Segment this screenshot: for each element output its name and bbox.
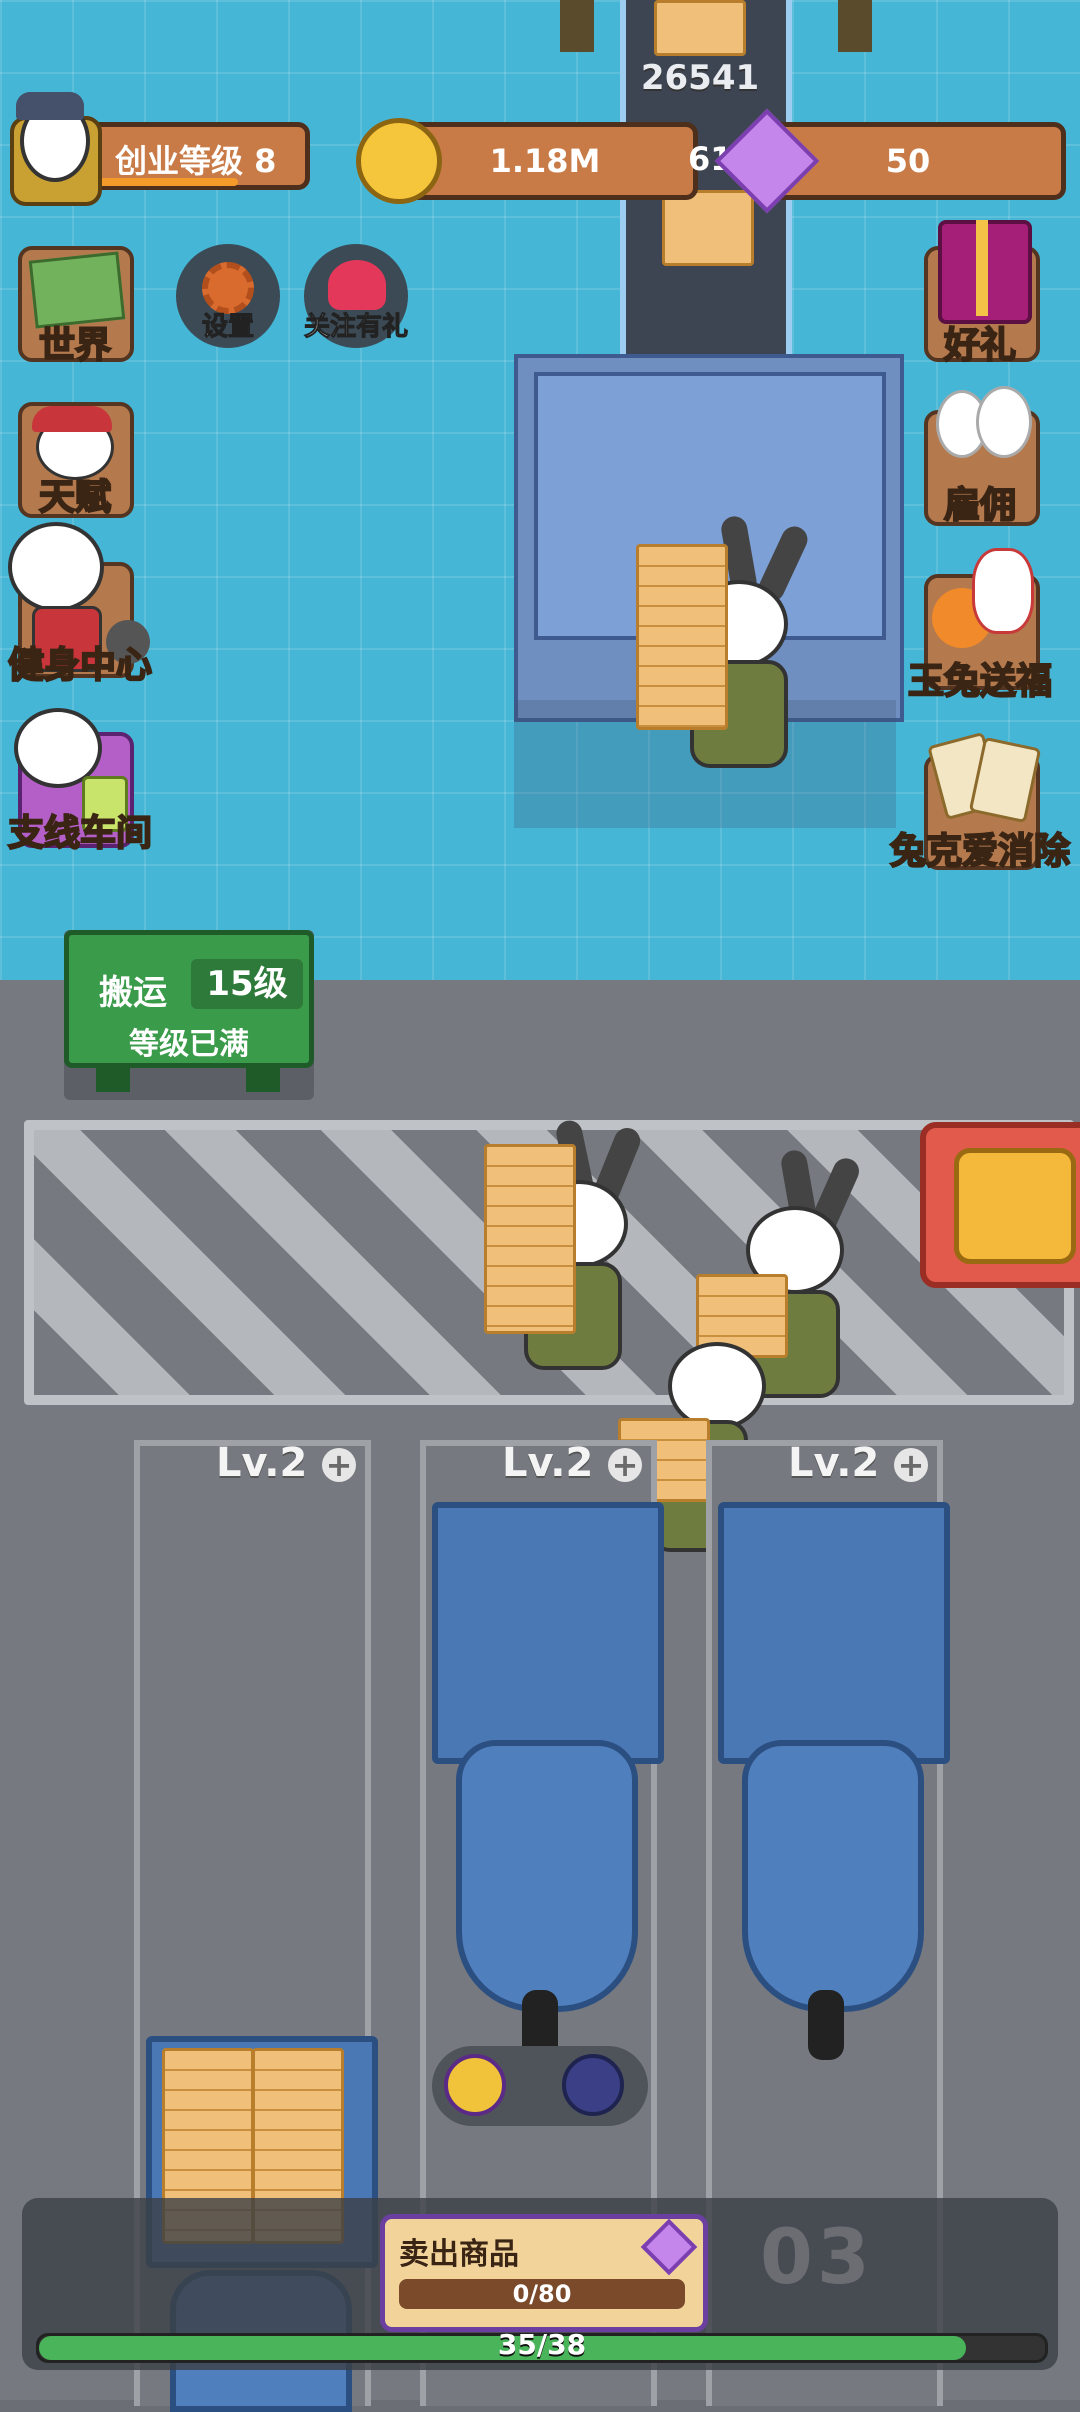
level-progress <box>78 178 238 186</box>
conveyor-count: 26541 <box>640 58 760 98</box>
hire-bunny-icon <box>976 386 1032 458</box>
gift-ribbon-icon <box>976 220 988 316</box>
truck-wheel <box>808 1990 844 2060</box>
lane-1-level: Lv.2 <box>216 1440 308 1486</box>
sign-leg <box>246 1068 280 1092</box>
lane-3-upgrade-button[interactable]: + <box>894 1448 928 1482</box>
sell-progress-bar: 0/80 <box>399 2279 685 2309</box>
heart-gift-icon <box>328 260 386 310</box>
jade-rabbit-icon <box>972 548 1034 634</box>
sell-goods-card[interactable]: 卖出商品 0/80 <box>380 2214 708 2332</box>
tile-match-label: 兔克爱消除 <box>889 830 1071 873</box>
avatar-cap-icon <box>16 92 84 120</box>
gift-label: 好礼 <box>943 324 1017 367</box>
coin-icon <box>356 118 442 204</box>
truck-bed[interactable] <box>432 1502 664 1764</box>
truck-cab <box>742 1740 924 2012</box>
worker-bunny-head <box>668 1342 766 1430</box>
treasure-chest-icon <box>954 1148 1076 1264</box>
side-workshop-label: 支线车间 <box>7 812 153 855</box>
coin-amount: 1.18M <box>489 142 601 180</box>
sign-leg <box>96 1068 130 1092</box>
talent-label: 天赋 <box>38 476 112 519</box>
gym-bunny-icon <box>8 522 104 612</box>
crate-stack <box>484 1144 576 1334</box>
treasure-chest-button[interactable] <box>920 1122 1080 1288</box>
lock-icon[interactable] <box>562 2054 624 2116</box>
transport-upgrade-sign[interactable]: 搬运 15级 等级已满 <box>64 930 314 1068</box>
gym-label: 健身中心 <box>7 644 153 687</box>
transport-level: 15级 <box>191 959 303 1009</box>
sell-gem-icon <box>640 2218 698 2276</box>
transport-title: 搬运 <box>99 973 167 1013</box>
sell-progress-text: 0/80 <box>512 2280 572 2308</box>
red-cap-icon <box>32 406 112 432</box>
jade-rabbit-label: 玉兔送福 <box>907 660 1053 703</box>
gem-amount: 50 <box>885 142 931 180</box>
follow-gift-label: 关注有礼 <box>303 312 408 343</box>
booster-pill <box>432 2046 648 2126</box>
world-label: 世界 <box>38 324 112 367</box>
settings-label: 设置 <box>201 312 254 343</box>
drink-booster-icon[interactable] <box>444 2054 506 2116</box>
transport-status: 等级已满 <box>129 1027 249 1062</box>
truck-bed[interactable] <box>718 1502 950 1764</box>
lane-3-level: Lv.2 <box>788 1440 880 1486</box>
xp-progress-text: 35/38 <box>497 2328 587 2361</box>
conveyor-crate <box>654 0 746 56</box>
founder-level-label: 创业等级 8 <box>115 142 277 180</box>
conveyor-post <box>560 0 594 52</box>
hire-label: 雇佣 <box>943 484 1017 527</box>
conveyor-crate <box>662 190 754 266</box>
station-number: 03 <box>760 2212 874 2301</box>
conveyor-post <box>838 0 872 52</box>
lane-2-upgrade-button[interactable]: + <box>608 1448 642 1482</box>
crate-stack <box>636 544 728 730</box>
lane-2-level: Lv.2 <box>502 1440 594 1486</box>
truck-cab <box>456 1740 638 2012</box>
sell-label: 卖出商品 <box>399 2237 519 2272</box>
lane-1-upgrade-button[interactable]: + <box>322 1448 356 1482</box>
